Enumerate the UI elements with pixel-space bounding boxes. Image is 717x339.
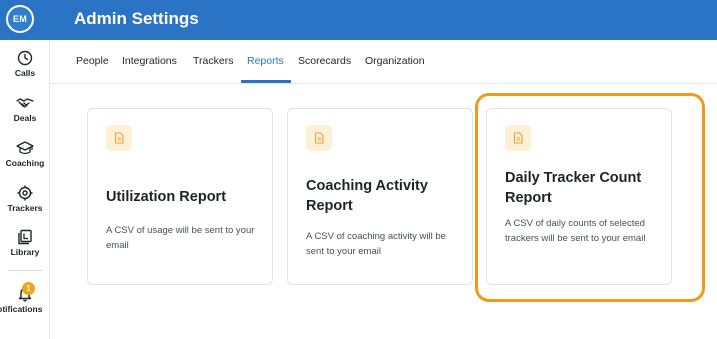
sidebar-item-notifications[interactable]: 1 Notifications xyxy=(0,282,50,322)
target-icon xyxy=(17,185,33,201)
tab-reports[interactable]: Reports xyxy=(247,55,284,67)
clock-icon xyxy=(17,50,33,66)
sidebar-item-calls[interactable]: Calls xyxy=(0,50,50,86)
report-title: Coaching Activity Report xyxy=(306,178,428,214)
sidebar-item-label: Coaching xyxy=(5,158,45,168)
report-card-coaching-activity[interactable]: Coaching Activity Report A CSV of coachi… xyxy=(287,108,473,285)
active-tab-indicator xyxy=(241,80,291,83)
sidebar-item-library[interactable]: Library xyxy=(0,229,50,265)
sidebar-item-label: Calls xyxy=(14,68,36,78)
sidebar-item-deals[interactable]: Deals xyxy=(0,95,50,131)
sidebar-item-label: Library xyxy=(10,247,40,257)
tab-trackers[interactable]: Trackers xyxy=(193,55,233,67)
tab-people[interactable]: People xyxy=(76,55,109,67)
report-description: A CSV of usage will be sent to your emai… xyxy=(106,225,255,251)
app-header: Admin Settings xyxy=(50,0,717,40)
rail-divider xyxy=(8,270,42,271)
report-title: Utilization Report xyxy=(106,189,227,205)
page-title: Admin Settings xyxy=(74,9,199,28)
sidebar-item-label: Notifications xyxy=(0,304,43,314)
sidebar-item-label: Trackers xyxy=(7,203,43,213)
sidebar-item-label: Deals xyxy=(13,113,37,123)
document-icon xyxy=(106,125,132,151)
library-icon xyxy=(18,229,32,245)
tab-scorecards[interactable]: Scorecards xyxy=(298,55,351,67)
tab-integrations[interactable]: Integrations xyxy=(122,55,177,67)
sidebar-item-trackers[interactable]: Trackers xyxy=(0,185,50,221)
left-nav-rail: Calls Deals Coaching Trackers Library 1 … xyxy=(0,40,50,339)
report-description: A CSV of coaching activity will be sent … xyxy=(306,231,446,257)
report-card-utilization[interactable]: Utilization Report A CSV of usage will b… xyxy=(87,108,273,285)
notification-count-badge: 1 xyxy=(22,282,35,295)
tab-organization[interactable]: Organization xyxy=(365,55,425,67)
sidebar-item-coaching[interactable]: Coaching xyxy=(0,140,50,176)
handshake-icon xyxy=(16,98,34,108)
graduation-cap-icon xyxy=(16,141,34,155)
settings-tabs: People Integrations Trackers Reports Sco… xyxy=(50,40,717,84)
user-avatar[interactable]: EM xyxy=(6,5,34,33)
highlight-outline xyxy=(475,93,705,302)
document-icon xyxy=(306,125,332,151)
